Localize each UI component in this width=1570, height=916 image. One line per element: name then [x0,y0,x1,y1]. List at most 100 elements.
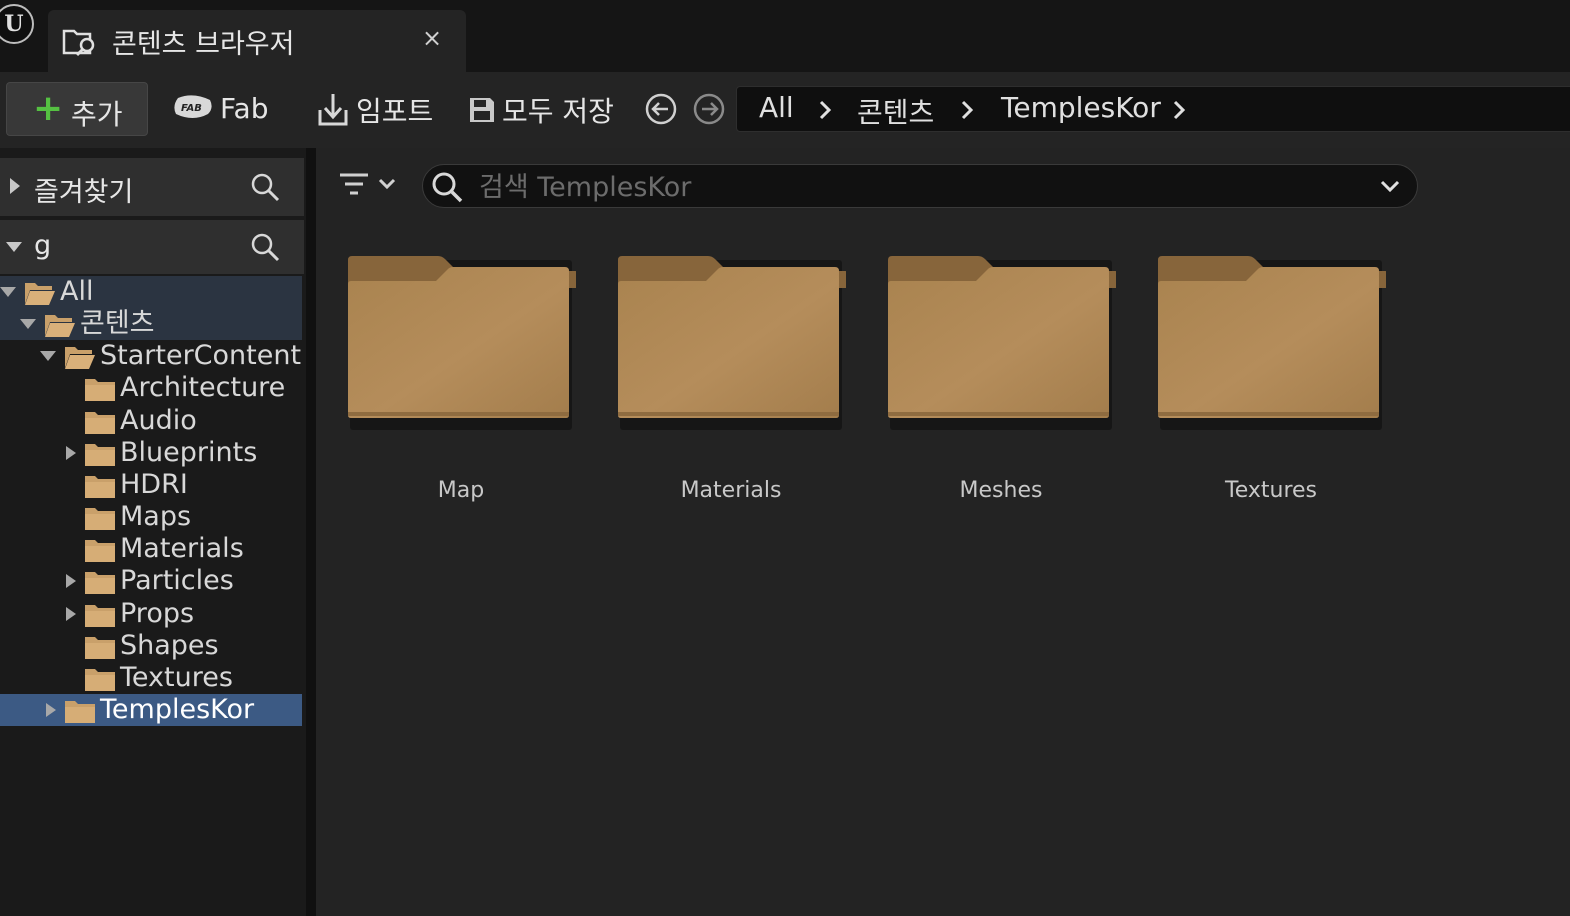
folder-icon [85,637,115,659]
chevron-down-icon[interactable] [40,348,56,364]
chevron-right-icon[interactable] [817,99,833,121]
folder-open-icon [45,315,75,337]
chevron-right-icon[interactable] [8,176,22,196]
tree-item-label: Props [120,598,195,629]
tree-item[interactable]: All [0,276,302,308]
breadcrumb-item-all[interactable]: All [759,91,794,124]
folder-icon [618,256,846,430]
folder-icon [348,256,576,430]
folder-icon [85,605,115,627]
tree-item-label: Materials [120,533,244,564]
chevron-right-icon[interactable] [959,99,975,121]
tree-item[interactable]: Blueprints [0,437,302,469]
tree-item[interactable]: Props [0,598,302,630]
tree-item[interactable]: Maps [0,501,302,533]
tree-item-label: Particles [120,565,234,596]
svg-text:FAB: FAB [181,103,202,114]
folder-icon [85,508,115,530]
chevron-down-icon[interactable] [1379,177,1401,195]
content-area: Map Materials Meshes Textures [316,148,1570,916]
tree-item[interactable]: TemplesKor [0,694,302,726]
folder-tile-label: Map [437,478,485,503]
folder-icon [1158,256,1386,430]
breadcrumb-item-content[interactable]: 콘텐츠 [857,91,934,131]
chevron-right-icon[interactable] [64,445,78,461]
folder-tile[interactable]: Materials [616,252,846,522]
tree-item[interactable]: Textures [0,662,302,694]
folder-tile[interactable]: Meshes [886,252,1116,522]
tree-item-label: 콘텐츠 [80,308,155,339]
tree-item-label: Shapes [120,630,219,661]
sources-panel: 즐겨찾기 g All 콘텐츠 StarterContent Architecture A… [0,148,306,916]
search-box [422,164,1418,208]
folder-tile[interactable]: Map [346,252,576,522]
search-icon[interactable] [250,172,280,202]
chevron-down-icon[interactable] [20,316,36,332]
tree-item[interactable]: Architecture [0,372,302,404]
search-input[interactable] [477,167,1361,207]
tree-item[interactable]: Shapes [0,630,302,662]
unreal-logo-icon[interactable]: U [0,4,34,44]
title-bar: U 콘텐츠 브라우저 × [0,0,1570,72]
chevron-down-icon[interactable] [0,284,16,300]
folder-icon [85,444,115,466]
search-icon[interactable] [250,232,280,262]
tab-title: 콘텐츠 브라우저 [112,29,295,60]
folder-icon [85,476,115,498]
tree-item[interactable]: StarterContent [0,340,302,372]
tree-item-label: All [60,276,94,307]
import-button[interactable]: 임포트 [312,82,440,136]
forward-arrow-icon[interactable] [692,92,726,126]
folder-open-icon [25,283,55,305]
tree-item-label: Architecture [120,372,286,403]
chevron-right-icon[interactable] [1171,99,1187,121]
fab-button[interactable]: FAB Fab [168,82,278,136]
chevron-right-icon[interactable] [44,702,58,718]
save-all-button[interactable]: 모두 저장 [464,82,624,136]
tree-item-label: Textures [120,662,233,693]
tree-item[interactable]: HDRI [0,469,302,501]
folder-tile-label: Meshes [959,478,1043,503]
filter-icon[interactable] [338,170,402,202]
folder-icon [85,379,115,401]
project-label: g [34,230,52,261]
chevron-right-icon[interactable] [64,573,78,589]
tree-item[interactable]: Audio [0,405,302,437]
back-arrow-icon[interactable] [644,92,678,126]
folder-icon [85,572,115,594]
fab-button-label: Fab [220,92,269,125]
fab-logo-icon: FAB [174,95,212,118]
folder-tile-label: Materials [680,478,782,503]
close-tab-icon[interactable]: × [420,24,444,52]
chevron-right-icon[interactable] [64,606,78,622]
tree-item[interactable]: Particles [0,565,302,597]
add-button[interactable]: + 추가 [6,82,148,136]
favorites-label: 즐겨찾기 [34,177,134,208]
tree-item[interactable]: Materials [0,533,302,565]
save-all-button-label: 모두 저장 [502,95,614,128]
import-icon [318,94,348,126]
project-header[interactable]: g [0,220,304,274]
folder-icon [85,669,115,691]
plus-icon: + [33,88,64,129]
panel-splitter[interactable] [306,148,316,916]
folder-icon [65,701,95,723]
toolbar: + 추가 FAB Fab 임포트 모두 저장 All 콘텐츠 TemplesKo… [0,72,1570,148]
folder-icon [85,540,115,562]
tab-content-browser[interactable]: 콘텐츠 브라우저 × [48,10,466,72]
breadcrumb-item-templeskor[interactable]: TemplesKor [1001,91,1161,124]
tree-item-label: Blueprints [120,437,258,468]
tree-item-label: StarterContent [100,340,302,371]
chevron-down-icon[interactable] [4,240,24,254]
folder-icon [85,412,115,434]
folder-open-icon [65,347,95,369]
tree-item-label: HDRI [120,469,188,500]
folder-tile-label: Textures [1225,478,1317,503]
search-icon [432,172,463,203]
folder-icon [888,256,1116,430]
folder-tile[interactable]: Textures [1156,252,1386,522]
tree-item-label: Audio [120,405,197,436]
add-button-label: 추가 [71,98,123,131]
favorites-header[interactable]: 즐겨찾기 [0,158,304,216]
tree-item[interactable]: 콘텐츠 [0,308,302,340]
